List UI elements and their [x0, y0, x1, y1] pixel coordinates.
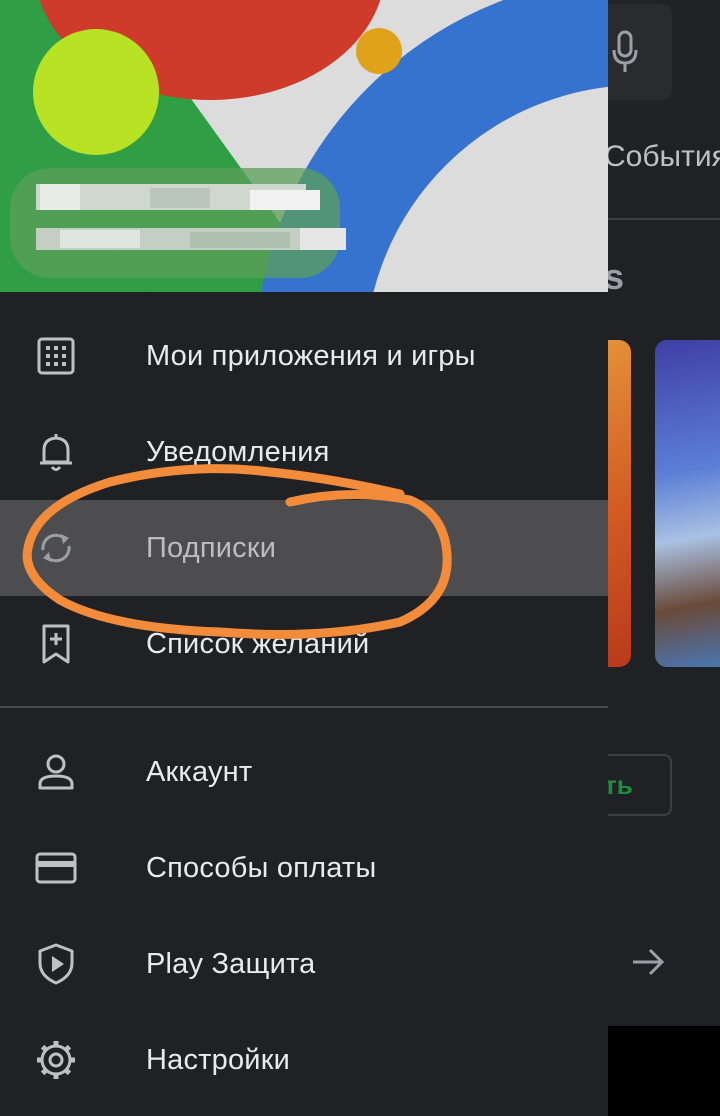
tab-divider: [608, 218, 720, 220]
drawer-item-label: Уведомления: [146, 436, 330, 468]
drawer-item-settings[interactable]: Настройки: [0, 1012, 608, 1108]
install-button-label: ть: [604, 770, 633, 800]
drawer-item-payment-methods[interactable]: Способы оплаты: [0, 820, 608, 916]
bottom-band: [608, 1026, 720, 1116]
drawer-item-notifications[interactable]: Уведомления: [0, 404, 608, 500]
game-card[interactable]: [655, 340, 720, 667]
drawer-item-my-apps[interactable]: Мои приложения и игры: [0, 308, 608, 404]
bell-icon: [40, 434, 72, 471]
drawer-item-wishlist[interactable]: Список желаний: [0, 596, 608, 692]
drawer-item-label: Подписки: [146, 532, 277, 564]
drawer-item-label: Play Защита: [146, 948, 316, 980]
drawer-divider: [0, 706, 608, 708]
mic-icon[interactable]: [610, 30, 640, 74]
drawer-item-label: Мои приложения и игры: [146, 340, 476, 372]
drawer-item-play-protect[interactable]: Play Защита: [0, 916, 608, 1012]
avatar[interactable]: [33, 29, 159, 155]
apps-grid-icon: [37, 337, 75, 375]
blurred-account-text: [10, 168, 346, 278]
drawer-item-label: Настройки: [146, 1044, 290, 1076]
drawer-item-subscriptions[interactable]: Подписки: [0, 500, 608, 596]
credit-card-icon: [35, 852, 77, 884]
drawer-item-label: Список желаний: [146, 628, 370, 660]
navigation-drawer: Мои приложения и игры Уведомления Подпис…: [0, 0, 608, 1116]
drawer-header: [0, 0, 608, 292]
shield-play-icon: [38, 943, 74, 985]
arrow-right-icon[interactable]: [630, 944, 666, 980]
refresh-icon: [41, 533, 71, 563]
settings-gear-icon: [37, 1041, 75, 1079]
tab-events[interactable]: События: [604, 140, 720, 174]
person-icon: [38, 754, 74, 790]
drawer-item-label: Способы оплаты: [146, 852, 377, 884]
drawer-item-label: Аккаунт: [146, 756, 253, 788]
drawer-item-account[interactable]: Аккаунт: [0, 724, 608, 820]
bookmark-add-icon: [42, 624, 70, 664]
